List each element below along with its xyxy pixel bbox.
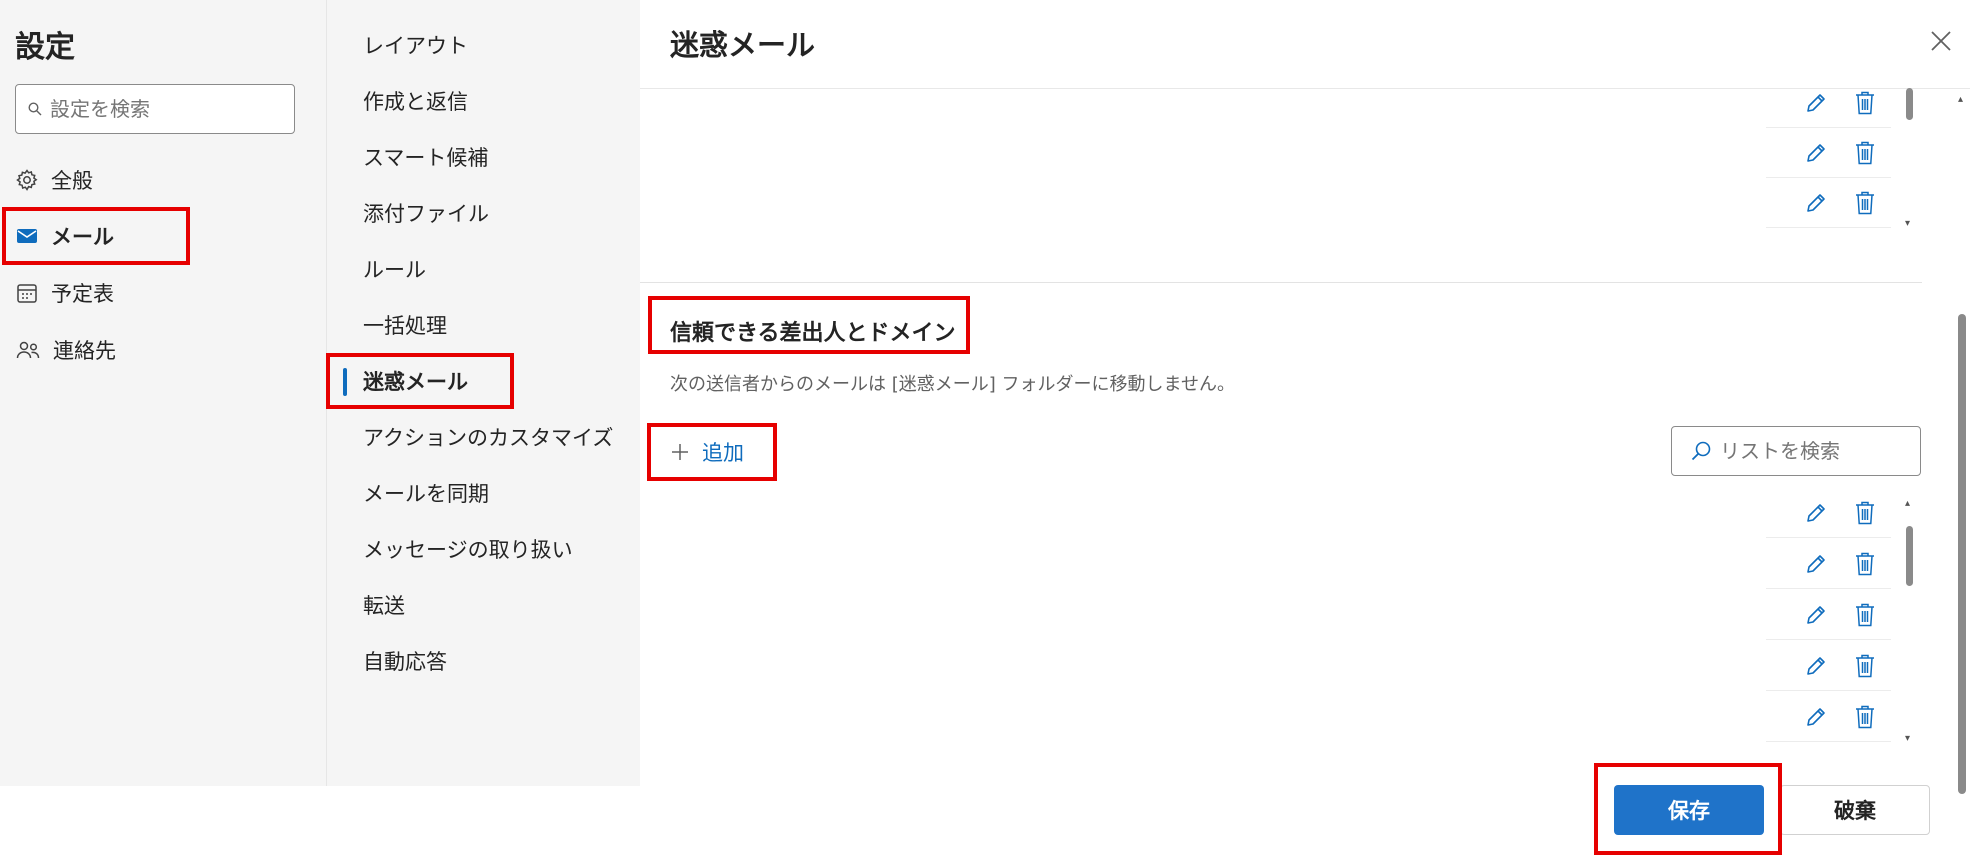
pencil-icon[interactable] (1804, 191, 1828, 215)
subnav-item-sweep[interactable]: 一括処理 (363, 310, 447, 342)
trash-icon[interactable] (1854, 90, 1876, 116)
trash-icon[interactable] (1854, 500, 1876, 526)
plus-icon (672, 444, 688, 460)
pencil-icon[interactable] (1804, 654, 1828, 678)
add-label: 追加 (702, 441, 744, 465)
nav-item-label: 連絡先 (53, 339, 116, 363)
list-item (1766, 539, 1891, 589)
nav-item-label: 全般 (51, 169, 93, 193)
add-trusted-sender-button[interactable]: 追加 (670, 434, 744, 470)
nav-item-contacts[interactable]: 連絡先 (15, 330, 116, 370)
gear-icon (16, 169, 38, 191)
trash-icon[interactable] (1854, 704, 1876, 730)
pencil-icon[interactable] (1804, 552, 1828, 576)
trash-icon[interactable] (1854, 653, 1876, 679)
subnav-item-automatic-replies[interactable]: 自動応答 (363, 646, 447, 678)
junk-email-panel: 迷惑メール ▾ 信頼できる差出人とドメイン 次の送信者からのメールは [迷惑メー… (640, 0, 1970, 857)
trusted-senders-title: 信頼できる差出人とドメイン (670, 321, 956, 346)
list-search-box[interactable] (1671, 426, 1921, 476)
settings-search-box[interactable] (15, 84, 295, 134)
nav-item-label: メール (51, 225, 114, 249)
nav-item-calendar[interactable]: 予定表 (15, 273, 114, 313)
trash-icon[interactable] (1854, 602, 1876, 628)
trash-icon[interactable] (1854, 190, 1876, 216)
people-icon (16, 341, 40, 359)
settings-title: 設定 (15, 30, 75, 65)
list-item (1766, 641, 1891, 691)
pencil-icon[interactable] (1804, 705, 1828, 729)
subnav-item-layout[interactable]: レイアウト (363, 30, 468, 62)
mail-settings-nav: レイアウト 作成と返信 スマート候補 添付ファイル ルール 一括処理 迷惑メール… (326, 0, 640, 786)
scroll-down-arrow[interactable]: ▾ (1905, 733, 1910, 744)
subnav-item-message-handling[interactable]: メッセージの取り扱い (363, 534, 573, 566)
mail-icon (17, 229, 37, 243)
settings-search-input[interactable] (50, 97, 270, 121)
page-title: 迷惑メール (670, 28, 816, 62)
section-divider (640, 282, 1922, 283)
subnav-item-forwarding[interactable]: 転送 (363, 590, 405, 622)
list-item (1766, 178, 1891, 228)
nav-item-mail[interactable]: メール (15, 216, 114, 256)
pencil-icon[interactable] (1804, 91, 1828, 115)
list-search-input[interactable] (1720, 439, 1910, 463)
subnav-item-compose-reply[interactable]: 作成と返信 (363, 86, 468, 118)
list-item (1766, 692, 1891, 742)
list-item (1766, 78, 1891, 128)
pencil-icon[interactable] (1804, 501, 1828, 525)
subnav-item-sync-email[interactable]: メールを同期 (363, 478, 489, 510)
trash-icon[interactable] (1854, 140, 1876, 166)
blocked-list-scrollbar[interactable] (1906, 88, 1913, 120)
scroll-up-arrow[interactable]: ▴ (1905, 498, 1910, 509)
nav-item-general[interactable]: 全般 (15, 160, 93, 200)
pencil-icon[interactable] (1804, 141, 1828, 165)
subnav-item-attachments[interactable]: 添付ファイル (363, 198, 489, 230)
panel-scrollbar[interactable] (1958, 314, 1966, 794)
panel-scroll-up-arrow[interactable]: ▴ (1958, 94, 1963, 105)
close-icon[interactable] (1926, 26, 1956, 56)
discard-button[interactable]: 破棄 (1780, 785, 1930, 835)
calendar-icon (17, 284, 37, 303)
nav-item-label: 予定表 (51, 282, 114, 306)
subnav-item-rules[interactable]: ルール (363, 254, 426, 286)
trusted-senders-description: 次の送信者からのメールは [迷惑メール] フォルダーに移動しません。 (670, 374, 1235, 395)
selection-indicator (343, 368, 347, 396)
list-item (1766, 590, 1891, 640)
search-icon (1691, 441, 1711, 461)
search-icon (28, 102, 42, 116)
subnav-item-customize-actions[interactable]: アクションのカスタマイズ (363, 422, 613, 454)
pencil-icon[interactable] (1804, 603, 1828, 627)
save-button[interactable]: 保存 (1614, 785, 1764, 835)
list-item (1766, 128, 1891, 178)
trash-icon[interactable] (1854, 551, 1876, 577)
list-item (1766, 488, 1891, 538)
trusted-list-scrollbar[interactable] (1906, 526, 1913, 586)
settings-nav: 設定 全般 メール 予定表 (0, 0, 326, 786)
scroll-down-arrow[interactable]: ▾ (1905, 218, 1910, 229)
subnav-item-junk-email[interactable]: 迷惑メール (363, 366, 468, 398)
subnav-item-smart-suggestions[interactable]: スマート候補 (363, 142, 488, 174)
